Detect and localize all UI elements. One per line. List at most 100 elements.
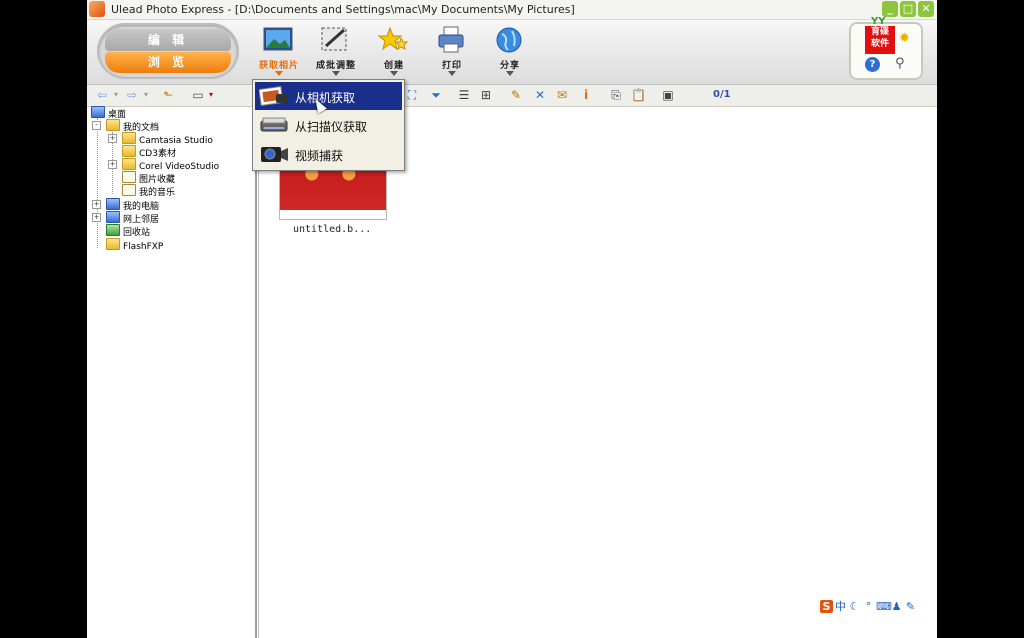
thumbnail-area: untitled.b...	[258, 107, 937, 638]
app-icon	[89, 1, 105, 17]
title-bar: Ulead Photo Express - [D:\Documents and …	[87, 0, 937, 20]
magnifier-icon[interactable]: ⚲	[895, 56, 911, 72]
tree-item-corel-videostudio[interactable]: + Corel VideoStudio	[108, 158, 219, 172]
create-button[interactable]: 创建	[368, 24, 420, 82]
chevron-down-icon	[506, 71, 514, 76]
browse-mode-button[interactable]: 浏 览	[105, 52, 231, 73]
tree-item-label: FlashFXP	[123, 242, 164, 252]
ime-toolbar: S 中 ☾ ° ⌨♟ ✎	[820, 600, 936, 617]
email-icon[interactable]: ✉	[555, 88, 569, 102]
tree-item-desktop[interactable]: 桌面	[91, 106, 126, 120]
user-icon[interactable]: ♟	[890, 600, 903, 613]
get-photo-label: 获取相片	[258, 61, 299, 71]
chevron-down-icon[interactable]: ▾	[109, 88, 123, 102]
collapse-toggle-icon[interactable]: -	[92, 121, 101, 130]
slideshow-icon[interactable]: ▣	[661, 88, 675, 102]
desktop-icon	[91, 106, 105, 118]
sogou-ime-icon[interactable]: S	[820, 600, 833, 613]
lightbulb-icon[interactable]: ✹	[899, 31, 913, 46]
help-icon[interactable]: ?	[865, 57, 880, 72]
batch-adjust-button[interactable]: 成批调整	[310, 24, 362, 82]
view-mode-icon[interactable]: ▭	[191, 88, 205, 102]
camera-photo-icon	[259, 86, 288, 106]
main-toolbar: 编 辑 浏 览 获取相片 成批调整 创建 打印 分享 YY 育碟 软件 ✹ ? …	[87, 16, 937, 85]
expand-toggle-icon[interactable]: +	[92, 200, 101, 209]
keyboard-icon[interactable]: ⌨	[876, 600, 892, 613]
menu-item-from-camera[interactable]: 从相机获取	[255, 82, 402, 110]
expand-toggle-icon[interactable]: +	[92, 213, 101, 222]
back-arrow-icon[interactable]: ⇦	[95, 88, 109, 102]
tree-item-my-computer[interactable]: + 我的电脑	[92, 198, 159, 212]
browse-toolbar: ⇦ ▾ ⇨ ▾ ⬑ ▭ ▾ ⛶ ⏷ ☰ ⊞ ✎ ✕ ✉ i ⎘ 📋 ▣ 0/1	[87, 85, 937, 107]
mode-switcher: 编 辑 浏 览	[97, 23, 239, 79]
info-icon[interactable]: i	[579, 88, 593, 102]
tree-item-network[interactable]: + 网上邻居	[92, 211, 159, 225]
tree-item-camtasia-studio[interactable]: + Camtasia Studio	[108, 132, 213, 146]
window-title: Ulead Photo Express - [D:\Documents and …	[111, 3, 575, 16]
folder-tree: 桌面 - 我的文档 + Camtasia Studio CD3素材 + Core…	[88, 106, 257, 638]
pencil-edit-icon[interactable]: ✎	[509, 88, 523, 102]
folder-icon	[106, 238, 120, 250]
printer-icon	[438, 26, 464, 53]
photo-counter: 0/1	[713, 89, 731, 100]
chevron-down-icon	[275, 71, 283, 76]
menu-item-from-scanner[interactable]: 从扫描仪获取	[255, 111, 402, 139]
print-label: 打印	[441, 61, 462, 71]
menu-item-label: 从相机获取	[295, 91, 356, 105]
wrench-icon[interactable]: ✎	[904, 600, 917, 613]
share-label: 分享	[499, 61, 520, 71]
moon-icon[interactable]: ☾	[848, 600, 861, 613]
delete-x-icon[interactable]: ✕	[533, 88, 547, 102]
tree-item-my-documents[interactable]: - 我的文档	[92, 119, 159, 133]
print-button[interactable]: 打印	[426, 24, 478, 82]
brand-logo: 育碟 软件	[865, 26, 895, 54]
minimize-button[interactable]: _	[882, 1, 898, 17]
logo-line2: 软件	[870, 39, 889, 49]
logo-line1: 育碟	[870, 27, 889, 37]
fit-screen-icon[interactable]: ⛶	[405, 88, 419, 102]
forward-arrow-icon[interactable]: ⇨	[125, 88, 139, 102]
close-button[interactable]: ✕	[918, 1, 934, 17]
create-label: 创建	[383, 61, 404, 71]
chevron-down-icon	[390, 71, 398, 76]
get-photo-button[interactable]: 获取相片	[253, 24, 305, 82]
landscape-photo-icon	[263, 27, 293, 51]
chevron-down-icon[interactable]: ▾	[204, 88, 218, 102]
create-star-icon	[378, 26, 408, 51]
maximize-button[interactable]: □	[900, 1, 916, 17]
right-panel: YY 育碟 软件 ✹ ? ⚲	[849, 16, 923, 80]
menu-item-label: 视频捕获	[295, 149, 344, 163]
folder-icon	[122, 158, 136, 170]
network-icon	[106, 211, 120, 223]
menu-item-video-capture[interactable]: 视频捕获	[255, 140, 402, 168]
expand-toggle-icon[interactable]: +	[108, 134, 117, 143]
tree-item-label: 回收站	[123, 228, 151, 238]
arrange-icon[interactable]: ⊞	[479, 88, 493, 102]
music-folder-icon	[122, 184, 136, 196]
tree-item-flashfxp[interactable]: FlashFXP	[106, 238, 164, 252]
tree-item-my-pictures[interactable]: 图片收藏	[122, 171, 175, 185]
paste-icon[interactable]: 📋	[631, 88, 646, 102]
tree-item-label: 我的音乐	[139, 188, 176, 198]
thumbnail-caption: untitled.b...	[293, 224, 372, 235]
tree-item-cd3-material[interactable]: CD3素材	[122, 145, 176, 159]
chevron-down-icon[interactable]: ▾	[139, 88, 153, 102]
copy-icon[interactable]: ⎘	[609, 88, 623, 102]
folder-icon	[122, 145, 136, 157]
share-button[interactable]: 分享	[484, 24, 536, 82]
sort-list-icon[interactable]: ☰	[457, 88, 471, 102]
batch-adjust-label: 成批调整	[315, 61, 356, 71]
up-folder-icon[interactable]: ⬑	[161, 88, 175, 102]
tree-item-recycle-bin[interactable]: 回收站	[106, 224, 151, 238]
edit-mode-button[interactable]: 编 辑	[105, 29, 231, 51]
chevron-down-icon	[448, 71, 456, 76]
computer-icon	[106, 198, 120, 210]
scanner-icon	[260, 117, 288, 132]
tree-item-my-music[interactable]: 我的音乐	[122, 184, 176, 198]
ime-mode-label[interactable]: 中	[834, 600, 847, 613]
expand-toggle-icon[interactable]: +	[108, 160, 117, 169]
filter-icon[interactable]: ⏷	[429, 88, 443, 102]
menu-item-label: 从扫描仪获取	[295, 120, 368, 134]
punctuation-icon[interactable]: °	[862, 600, 875, 613]
video-camera-icon	[261, 147, 288, 162]
